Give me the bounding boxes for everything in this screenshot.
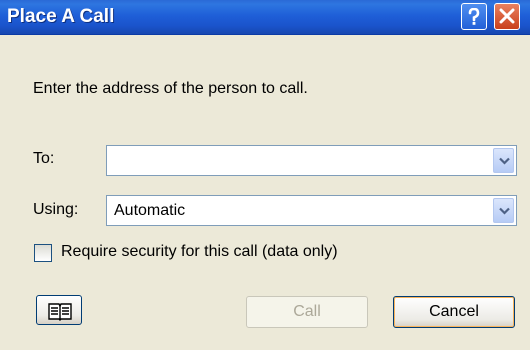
help-button[interactable] <box>461 3 487 30</box>
address-book-button[interactable] <box>36 295 82 325</box>
to-dropdown-button[interactable] <box>493 148 514 173</box>
place-a-call-dialog: Place A Call Enter the address of the pe… <box>0 0 530 350</box>
require-security-label[interactable]: Require security for this call (data onl… <box>61 243 338 261</box>
using-combobox[interactable]: Automatic <box>106 195 517 226</box>
close-icon <box>495 8 519 24</box>
using-value[interactable]: Automatic <box>114 202 185 220</box>
title-bar[interactable]: Place A Call <box>0 0 530 35</box>
to-address-combobox[interactable] <box>106 145 517 176</box>
using-label: Using: <box>33 201 79 218</box>
call-button[interactable]: Call <box>246 296 368 328</box>
dialog-title: Place A Call <box>7 6 115 27</box>
help-icon <box>462 8 486 26</box>
require-security-checkbox[interactable] <box>34 244 52 262</box>
cancel-button[interactable]: Cancel <box>393 296 515 328</box>
close-button[interactable] <box>494 3 520 30</box>
instruction-text: Enter the address of the person to call. <box>33 80 308 97</box>
to-label: To: <box>33 150 55 167</box>
using-dropdown-button[interactable] <box>493 198 514 223</box>
